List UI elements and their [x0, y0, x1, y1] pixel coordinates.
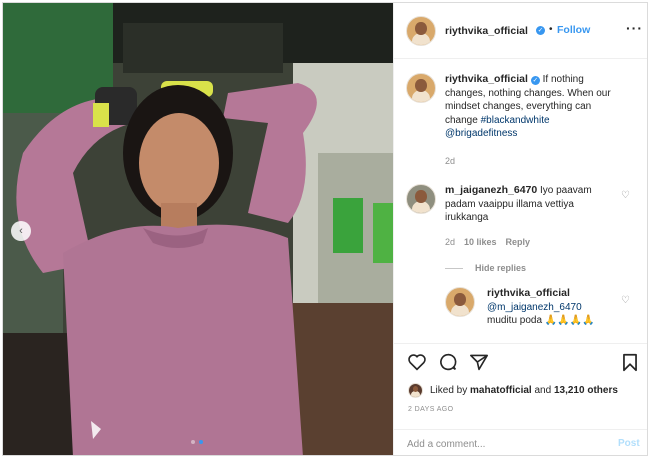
post-photo[interactable]: ‹ — [3, 3, 393, 455]
comment-reply-button[interactable]: Reply — [506, 237, 531, 247]
like-heart-icon[interactable] — [407, 353, 427, 371]
reply-text: muditu poda — [487, 315, 543, 326]
comments-list[interactable]: riythvika_official ✓ If nothing changes, … — [394, 60, 647, 343]
liked-by-prefix: Liked by — [430, 384, 468, 396]
comment-likes[interactable]: 10 likes — [464, 237, 497, 247]
liked-by-others[interactable]: 13,210 others — [554, 385, 618, 396]
reply-emoji: 🙏🙏🙏🙏 — [544, 315, 595, 326]
header-separator: • — [549, 24, 553, 35]
comment-time[interactable]: 2d — [445, 237, 455, 247]
share-send-icon[interactable] — [469, 353, 489, 371]
carousel-dot — [191, 440, 195, 444]
reply-mention[interactable]: @m_jaiganezh_6470 — [487, 302, 582, 313]
author-username[interactable]: riythvika_official — [445, 25, 528, 37]
verified-badge-icon: ✓ — [536, 26, 545, 35]
post-actions: Liked by mahatofficial and 13,210 others… — [394, 343, 647, 429]
caption-time[interactable]: 2d — [445, 156, 455, 166]
post-header: riythvika_official ✓ • Follow ··· — [394, 3, 647, 59]
caption-text-block: riythvika_official ✓ If nothing changes, … — [445, 73, 615, 141]
comment-bubble-icon[interactable] — [438, 353, 458, 371]
add-comment-bar: Post — [394, 429, 647, 455]
reply-text-block: riythvika_official @m_jaiganezh_6470 mud… — [487, 287, 617, 328]
verified-badge-icon: ✓ — [530, 76, 540, 85]
comment-like-heart-icon[interactable]: ♡ — [621, 190, 630, 201]
liker-avatar[interactable] — [408, 382, 423, 398]
commenter-avatar[interactable] — [406, 184, 436, 214]
post-comment-button[interactable]: Post — [618, 438, 640, 449]
caption-username[interactable]: riythvika_official — [445, 73, 528, 85]
post-card: ‹ riythvika_official ✓ • Follow ··· riyt… — [2, 2, 648, 456]
hide-replies-button[interactable]: Hide replies — [445, 263, 526, 273]
comment-text-block: m_jaiganezh_6470 Iyo paavam padam vaaipp… — [445, 184, 615, 225]
add-comment-input[interactable] — [407, 431, 607, 455]
caption-hashtag[interactable]: #blackandwhite — [481, 115, 550, 126]
post-date[interactable]: 2 DAYS AGO — [408, 406, 454, 413]
caption-avatar[interactable] — [406, 73, 436, 103]
liked-by-and: and — [534, 384, 552, 396]
comment-username[interactable]: m_jaiganezh_6470 — [445, 184, 537, 196]
liked-by-user[interactable]: mahatofficial — [470, 385, 532, 396]
save-bookmark-icon[interactable] — [622, 353, 638, 372]
more-options-icon[interactable]: ··· — [626, 20, 643, 36]
carousel-dot-active — [199, 440, 203, 444]
comment-meta: 2d 10 likes Reply — [445, 237, 530, 247]
post-side-panel: riythvika_official ✓ • Follow ··· riythv… — [393, 3, 647, 455]
reply-username[interactable]: riythvika_official — [487, 287, 570, 299]
reply-avatar[interactable] — [445, 287, 475, 317]
liked-by: Liked by mahatofficial and 13,210 others — [408, 382, 618, 398]
follow-button[interactable]: Follow — [557, 24, 590, 36]
hide-replies-line — [445, 267, 463, 269]
reply-like-heart-icon[interactable]: ♡ — [621, 295, 630, 306]
carousel-prev-button[interactable]: ‹ — [11, 221, 31, 241]
caption-mention[interactable]: @brigadefitness — [445, 128, 517, 139]
chevron-left-icon: ‹ — [19, 225, 23, 237]
hide-replies-label: Hide replies — [475, 263, 527, 273]
carousel-dots — [191, 440, 203, 444]
author-avatar[interactable] — [406, 16, 436, 46]
gym-photo-illustration — [3, 3, 393, 455]
